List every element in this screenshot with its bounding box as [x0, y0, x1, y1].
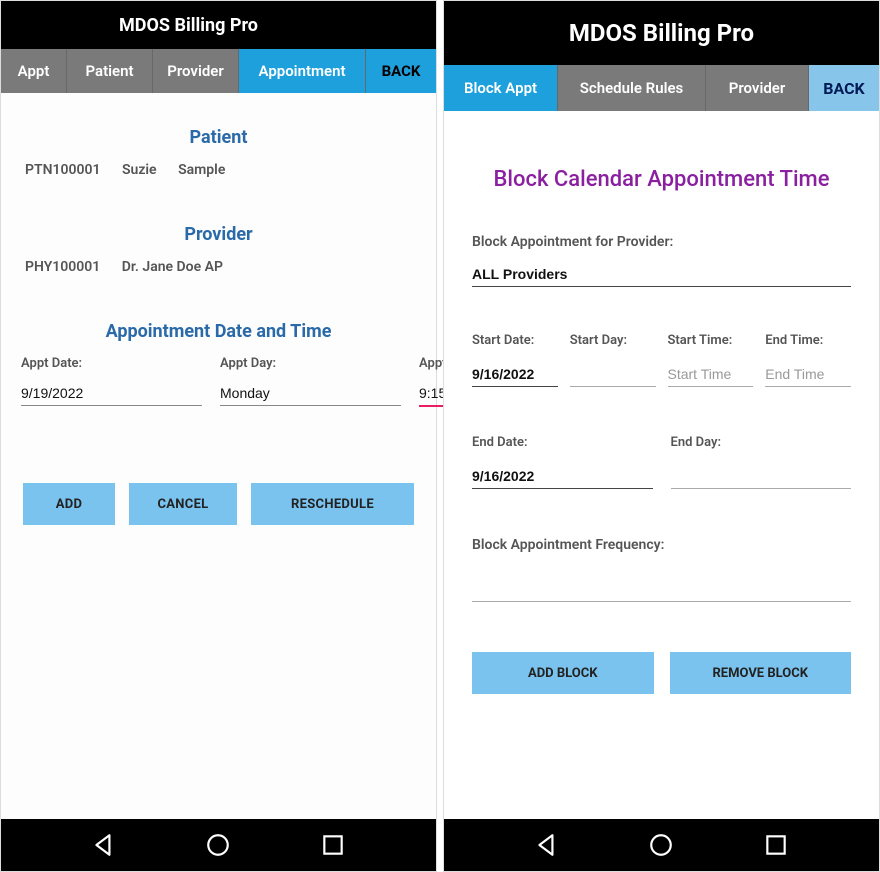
appt-day-field: Appt Day:: [220, 356, 401, 407]
end-date-field: End Date:: [472, 435, 653, 489]
reschedule-button[interactable]: RESCHEDULE: [251, 483, 414, 525]
end-day-field: End Day:: [671, 435, 852, 489]
freq-label: Block Appointment Frequency:: [472, 537, 851, 553]
provider-nm: Dr. Jane Doe AP: [122, 259, 223, 275]
end-time-input[interactable]: [765, 362, 851, 387]
patient-first: Suzie: [122, 162, 157, 178]
appt-day-input[interactable]: [220, 381, 401, 406]
end-time-field: End Time:: [765, 333, 851, 387]
tab-appointment[interactable]: Appointment: [239, 49, 366, 93]
appt-fields: Appt Date: Appt Day: Appt Time:: [21, 356, 416, 407]
action-buttons: ADD BLOCK REMOVE BLOCK: [472, 652, 851, 694]
tab-provider[interactable]: Provider: [706, 65, 809, 111]
provider-id: PHY100001: [25, 259, 100, 275]
start-day-input[interactable]: [570, 362, 656, 387]
start-row: Start Date: Start Day: Start Time: End T…: [472, 333, 851, 387]
freq-input[interactable]: [472, 577, 851, 602]
appt-date-input[interactable]: [21, 381, 202, 406]
start-date-input[interactable]: [472, 362, 558, 387]
tab-appt[interactable]: Appt: [1, 49, 67, 93]
action-buttons: ADD CANCEL RESCHEDULE: [21, 483, 416, 525]
nav-recent-icon[interactable]: [763, 832, 789, 858]
add-block-button[interactable]: ADD BLOCK: [472, 652, 654, 694]
provider-heading: Provider: [21, 224, 416, 245]
tab-bar: Appt Patient Provider Appointment BACK: [1, 49, 436, 93]
content-area: Block Calendar Appointment Time Block Ap…: [444, 111, 879, 694]
end-time-label: End Time:: [765, 333, 851, 348]
start-time-label: Start Time:: [668, 333, 754, 348]
provider-row: PHY100001 Dr. Jane Doe AP: [21, 259, 416, 275]
screen-appointment: MDOS Billing Pro Appt Patient Provider A…: [0, 0, 437, 872]
end-row: End Date: End Day:: [472, 435, 851, 489]
end-day-label: End Day:: [671, 435, 852, 450]
content-area: Patient PTN100001 Suzie Sample Provider …: [1, 93, 436, 871]
nav-home-icon[interactable]: [205, 832, 231, 858]
appt-date-label: Appt Date:: [21, 356, 202, 371]
patient-heading: Patient: [21, 127, 416, 148]
app-title-bar: MDOS Billing Pro: [444, 1, 879, 65]
nav-back-icon[interactable]: [91, 832, 117, 858]
appt-date-field: Appt Date:: [21, 356, 202, 407]
android-navbar: [1, 819, 436, 871]
appt-day-label: Appt Day:: [220, 356, 401, 371]
patient-row: PTN100001 Suzie Sample: [21, 162, 416, 178]
tab-patient[interactable]: Patient: [67, 49, 153, 93]
cancel-button[interactable]: CANCEL: [129, 483, 237, 525]
provider-label: Block Appointment for Provider:: [472, 234, 851, 250]
start-time-field: Start Time:: [668, 333, 754, 387]
patient-last: Sample: [178, 162, 225, 178]
app-title-bar: MDOS Billing Pro: [1, 1, 436, 49]
nav-home-icon[interactable]: [648, 832, 674, 858]
app-title: MDOS Billing Pro: [179, 15, 258, 36]
end-day-input[interactable]: [671, 464, 852, 489]
back-button[interactable]: BACK: [366, 49, 436, 93]
start-date-field: Start Date:: [472, 333, 558, 387]
back-button[interactable]: BACK: [809, 65, 879, 111]
patient-id: PTN100001: [25, 162, 100, 178]
android-navbar: [444, 819, 879, 871]
screen-block-appt: MDOS Billing Pro Block Appt Schedule Rul…: [443, 0, 880, 872]
start-time-input[interactable]: [668, 362, 754, 387]
tab-provider[interactable]: Provider: [153, 49, 239, 93]
provider-select[interactable]: [472, 262, 851, 287]
add-button[interactable]: ADD: [23, 483, 115, 525]
page-title: Block Calendar Appointment Time: [472, 167, 851, 192]
end-date-label: End Date:: [472, 435, 653, 450]
remove-block-button[interactable]: REMOVE BLOCK: [670, 652, 852, 694]
tab-bar: Block Appt Schedule Rules Provider BACK: [444, 65, 879, 111]
tab-block-appt[interactable]: Block Appt: [444, 65, 558, 111]
tab-schedule-rules[interactable]: Schedule Rules: [558, 65, 706, 111]
nav-recent-icon[interactable]: [320, 832, 346, 858]
start-day-label: Start Day:: [570, 333, 656, 348]
app-title: MDOS Billing Pro: [569, 19, 754, 47]
nav-back-icon[interactable]: [534, 832, 560, 858]
end-date-input[interactable]: [472, 464, 653, 489]
start-date-label: Start Date:: [472, 333, 558, 348]
start-day-field: Start Day:: [570, 333, 656, 387]
appt-heading: Appointment Date and Time: [21, 321, 416, 342]
freq-section: Block Appointment Frequency:: [472, 537, 851, 602]
